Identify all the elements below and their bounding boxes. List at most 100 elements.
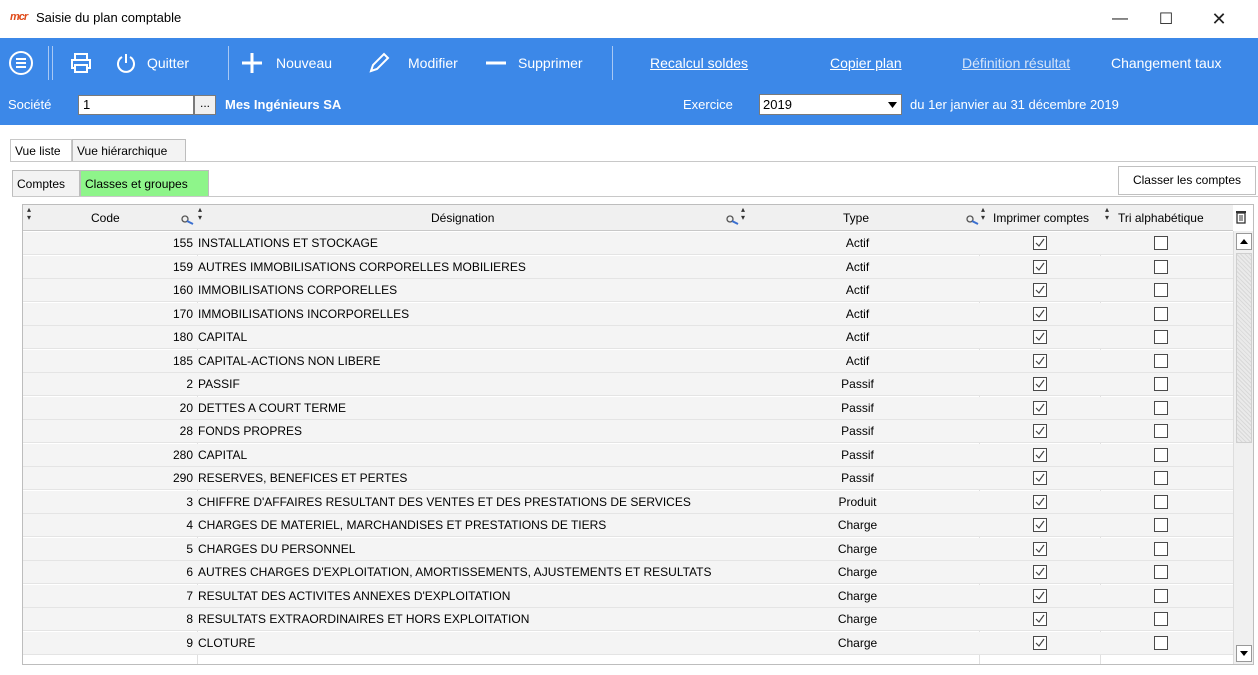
sort-icon[interactable]: ▴ ▾: [27, 206, 31, 222]
imprimer-checkbox[interactable]: [1033, 330, 1047, 344]
chevron-down-icon[interactable]: [884, 95, 901, 114]
cell-designation: IMMOBILISATIONS INCORPORELLES: [198, 306, 410, 321]
column-header-imprimer[interactable]: Imprimer comptes: [993, 205, 1089, 231]
minimize-button[interactable]: —: [1097, 4, 1143, 34]
tri-checkbox[interactable]: [1154, 283, 1168, 297]
scroll-up-icon[interactable]: [1236, 233, 1252, 250]
scroll-down-icon[interactable]: [1236, 645, 1252, 662]
imprimer-checkbox[interactable]: [1033, 259, 1047, 274]
table-row[interactable]: 5 CHARGES DU PERSONNEL Charge: [23, 537, 1233, 561]
close-button[interactable]: ✕: [1196, 4, 1242, 34]
tri-checkbox[interactable]: [1154, 518, 1168, 532]
search-icon[interactable]: [726, 214, 740, 228]
imprimer-checkbox[interactable]: [1033, 612, 1047, 626]
table-row[interactable]: 155 INSTALLATIONS ET STOCKAGE Actif: [23, 232, 1233, 255]
imprimer-checkbox[interactable]: [1033, 541, 1047, 556]
tri-checkbox[interactable]: [1154, 330, 1168, 344]
imprimer-checkbox[interactable]: [1033, 494, 1047, 509]
tri-checkbox[interactable]: [1154, 635, 1168, 650]
table-row[interactable]: 290 RESERVES, BENEFICES ET PERTES Passif: [23, 467, 1233, 490]
imprimer-checkbox[interactable]: [1033, 306, 1047, 321]
imprimer-checkbox[interactable]: [1033, 518, 1047, 532]
tri-checkbox[interactable]: [1154, 471, 1168, 485]
subtab-comptes[interactable]: Comptes: [12, 170, 80, 197]
table-row[interactable]: 20 DETTES A COURT TERME Passif: [23, 396, 1233, 420]
delete-button[interactable]: Supprimer: [484, 38, 583, 88]
societe-lookup-button[interactable]: ...: [194, 95, 216, 115]
column-header-code[interactable]: Code: [91, 205, 120, 231]
table-row[interactable]: 160 IMMOBILISATIONS CORPORELLES Actif: [23, 279, 1233, 302]
edit-button[interactable]: Modifier: [367, 38, 458, 88]
imprimer-checkbox[interactable]: [1033, 400, 1047, 415]
imprimer-checkbox[interactable]: [1033, 353, 1047, 368]
recalcul-soldes-button[interactable]: Recalcul soldes: [650, 38, 748, 88]
table-row[interactable]: 180 CAPITAL Actif: [23, 326, 1233, 349]
table-row[interactable]: 8 RESULTATS EXTRAORDINAIRES ET HORS EXPLO…: [23, 608, 1233, 631]
cell-type: Actif: [845, 236, 870, 250]
tri-checkbox[interactable]: [1154, 565, 1168, 579]
tri-checkbox[interactable]: [1154, 353, 1168, 368]
search-icon[interactable]: [181, 214, 195, 228]
classer-comptes-button[interactable]: Classer les comptes: [1118, 166, 1256, 195]
societe-input[interactable]: 1: [78, 95, 194, 115]
tab-vue-hierarchique[interactable]: Vue hiérarchique: [72, 139, 186, 162]
table-row[interactable]: 3 CHIFFRE D'AFFAIRES RESULTANT DES VENTES…: [23, 490, 1233, 514]
table-row[interactable]: 6 AUTRES CHARGES D'EXPLOITATION, AMORTISS…: [23, 561, 1233, 584]
table-row[interactable]: 2 PASSIF Passif: [23, 373, 1233, 396]
imprimer-checkbox[interactable]: [1033, 377, 1047, 391]
vertical-scrollbar[interactable]: [1233, 231, 1253, 664]
copier-plan-button[interactable]: Copier plan: [830, 38, 902, 88]
print-icon[interactable]: [70, 38, 92, 88]
scrollbar-thumb[interactable]: [1236, 253, 1252, 443]
imprimer-checkbox[interactable]: [1033, 424, 1047, 438]
table-row[interactable]: 7 RESULTAT DES ACTIVITES ANNEXES D'EXPLOI…: [23, 584, 1233, 608]
tri-checkbox[interactable]: [1154, 612, 1168, 626]
definition-resultat-button[interactable]: Définition résultat: [962, 38, 1070, 88]
table-row[interactable]: 185 CAPITAL-ACTIONS NON LIBERE Actif: [23, 349, 1233, 373]
table-row[interactable]: 4 CHARGES DE MATERIEL, MARCHANDISES ET PR…: [23, 514, 1233, 537]
table-row[interactable]: 28 FONDS PROPRES Passif: [23, 420, 1233, 443]
table-row[interactable]: 280 CAPITAL Passif: [23, 443, 1233, 467]
sort-icon[interactable]: ▴ ▾: [741, 206, 745, 222]
table-row[interactable]: 170 IMMOBILISATIONS INCORPORELLES Actif: [23, 302, 1233, 326]
imprimer-checkbox[interactable]: [1033, 565, 1047, 579]
maximize-button[interactable]: ☐: [1143, 4, 1189, 34]
imprimer-checkbox[interactable]: [1033, 635, 1047, 650]
menu-icon[interactable]: [8, 38, 34, 88]
imprimer-checkbox[interactable]: [1033, 588, 1047, 603]
cell-type: Actif: [845, 283, 870, 297]
tri-checkbox[interactable]: [1154, 541, 1168, 556]
subtab-classes-groupes[interactable]: Classes et groupes: [80, 170, 209, 197]
tri-checkbox[interactable]: [1154, 306, 1168, 321]
tri-checkbox[interactable]: [1154, 447, 1168, 462]
table-row[interactable]: 9 CLOTURE Charge: [23, 631, 1233, 655]
sort-icon[interactable]: ▴ ▾: [1105, 206, 1109, 222]
search-icon[interactable]: [966, 214, 980, 228]
tri-checkbox[interactable]: [1154, 400, 1168, 415]
table-row[interactable]: 159 AUTRES IMMOBILISATIONS CORPORELLES MO…: [23, 255, 1233, 279]
cell-code: 290: [172, 471, 193, 485]
imprimer-checkbox[interactable]: [1033, 447, 1047, 462]
cell-tri: [1101, 585, 1233, 608]
tri-checkbox[interactable]: [1154, 236, 1168, 250]
new-button[interactable]: Nouveau: [240, 38, 332, 88]
sort-icon[interactable]: ▴ ▾: [198, 206, 202, 222]
tri-checkbox[interactable]: [1154, 494, 1168, 509]
tri-checkbox[interactable]: [1154, 588, 1168, 603]
imprimer-checkbox[interactable]: [1033, 471, 1047, 485]
tri-checkbox[interactable]: [1154, 424, 1168, 438]
tri-checkbox[interactable]: [1154, 377, 1168, 391]
trash-icon[interactable]: [1235, 210, 1247, 227]
column-header-type[interactable]: Type: [843, 205, 869, 231]
column-header-designation[interactable]: Désignation: [431, 205, 494, 231]
quit-button[interactable]: Quitter: [115, 38, 189, 88]
changement-taux-button[interactable]: Changement taux: [1111, 38, 1222, 88]
exercice-select[interactable]: 2019: [759, 94, 902, 115]
column-header-tri[interactable]: Tri alphabétique: [1118, 205, 1204, 231]
imprimer-checkbox[interactable]: [1033, 236, 1047, 250]
sort-icon[interactable]: ▴ ▾: [981, 206, 985, 222]
imprimer-checkbox[interactable]: [1033, 283, 1047, 297]
tri-checkbox[interactable]: [1154, 259, 1168, 274]
tab-vue-liste[interactable]: Vue liste: [10, 139, 72, 162]
cell-designation: CLOTURE: [198, 635, 256, 650]
